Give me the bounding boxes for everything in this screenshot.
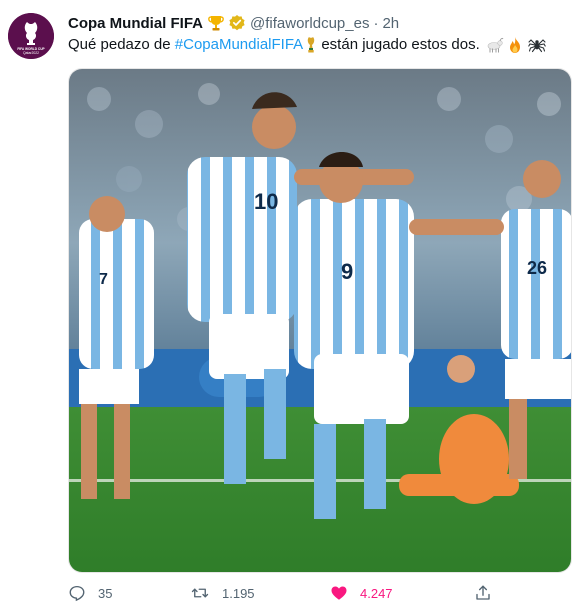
celebrating-players-photo: 7 26 10 9 xyxy=(69,69,571,572)
heart-icon xyxy=(331,586,347,600)
hashtag-link[interactable]: #CopaMundialFIFA xyxy=(175,35,303,55)
share-icon xyxy=(476,585,490,600)
retweet-icon xyxy=(191,588,209,598)
tweet-header: Copa Mundial FIFA @fifaworldcup_es · 2h xyxy=(68,13,399,33)
tweet-text-prefix: Qué pedazo de xyxy=(68,36,175,53)
jersey-number-7: 7 xyxy=(99,271,108,288)
timestamp[interactable]: 2h xyxy=(382,15,399,32)
spider-emoji-icon xyxy=(528,36,546,54)
reply-button[interactable]: 35 xyxy=(68,584,112,602)
trophy-icon xyxy=(207,14,225,32)
tweet-actions: 35 1.195 4.247 xyxy=(68,584,578,604)
retweet-count: 1.195 xyxy=(222,585,255,601)
world-cup-trophy-emoji-icon xyxy=(305,36,317,54)
jersey-number-9: 9 xyxy=(341,259,353,284)
author-handle[interactable]: @fifaworldcup_es xyxy=(250,15,369,32)
like-count: 4.247 xyxy=(360,585,393,601)
avatar[interactable]: FIFA WORLD CUP Qatar2022 xyxy=(8,13,54,59)
verified-badge-icon xyxy=(228,14,246,32)
tweet[interactable]: FIFA WORLD CUP Qatar2022 Copa Mundial FI… xyxy=(0,0,588,602)
like-button[interactable]: 4.247 xyxy=(330,584,393,602)
tweet-photo[interactable]: 7 26 10 9 xyxy=(68,68,572,573)
display-name[interactable]: Copa Mundial FIFA xyxy=(68,15,203,32)
reply-count: 35 xyxy=(98,585,113,601)
tweet-text: Qué pedazo de #CopaMundialFIFA están jug… xyxy=(68,35,546,55)
reply-icon xyxy=(69,585,85,602)
dot-separator: · xyxy=(373,14,379,32)
share-button[interactable] xyxy=(474,584,504,602)
fifa-world-cup-logo-icon: FIFA WORLD CUP Qatar2022 xyxy=(8,13,54,59)
svg-text:Qatar2022: Qatar2022 xyxy=(23,51,39,55)
retweet-button[interactable]: 1.195 xyxy=(190,584,255,602)
goat-emoji-icon xyxy=(484,36,504,54)
jersey-number-26: 26 xyxy=(527,258,547,278)
fire-emoji-icon xyxy=(506,36,524,54)
jersey-number-10: 10 xyxy=(254,189,278,214)
tweet-text-suffix: están jugado estos dos. xyxy=(317,36,480,53)
